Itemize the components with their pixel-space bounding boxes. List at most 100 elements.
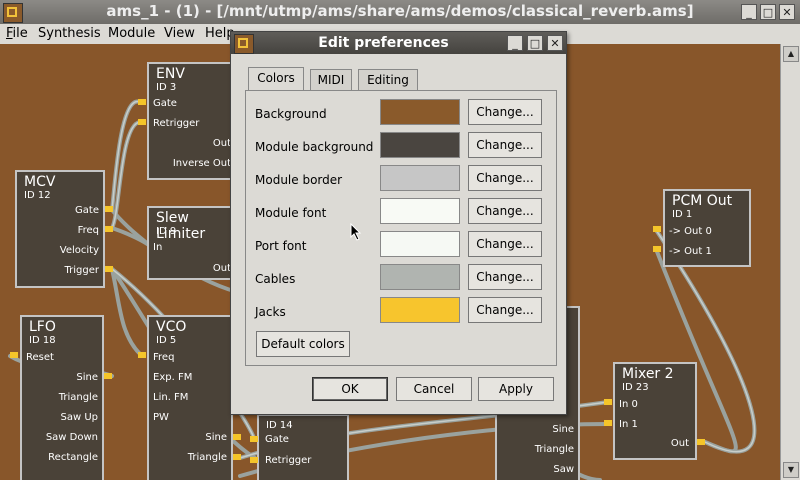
change-module-border-button[interactable]: Change... bbox=[468, 165, 542, 191]
minimize-icon[interactable]: _ bbox=[507, 35, 523, 51]
module-lfo[interactable]: LFO ID 18 Reset Sine Triangle Saw Up Saw… bbox=[20, 315, 104, 480]
port-freq[interactable]: Freq bbox=[78, 225, 99, 236]
default-colors-button[interactable]: Default colors bbox=[256, 331, 350, 357]
tab-colors[interactable]: Colors bbox=[248, 67, 304, 90]
port-sine[interactable]: Sine bbox=[205, 432, 227, 443]
scroll-down-icon[interactable]: ▼ bbox=[783, 462, 799, 478]
change-cables-button[interactable]: Change... bbox=[468, 264, 542, 290]
port-retrigger[interactable]: Retrigger bbox=[265, 455, 311, 466]
window-title: ams_1 - (1) - [/mnt/utmp/ams/share/ams/d… bbox=[106, 2, 694, 20]
jack[interactable] bbox=[138, 119, 146, 125]
port-saw-up[interactable]: Saw Up bbox=[61, 412, 99, 423]
label-module-border: Module border bbox=[255, 173, 343, 187]
module-env-2[interactable]: ID 14 Gate Retrigger bbox=[257, 414, 349, 480]
port-velocity[interactable]: Velocity bbox=[60, 245, 99, 256]
dialog-titlebar[interactable]: Edit preferences _ □ ✕ bbox=[231, 32, 566, 54]
port-gate[interactable]: Gate bbox=[153, 98, 177, 109]
menu-synthesis[interactable]: Synthesis bbox=[38, 26, 101, 41]
apply-button[interactable]: Apply bbox=[478, 377, 554, 401]
module-slew-limiter[interactable]: Slew Limiter ID 9 In Out bbox=[147, 206, 237, 280]
module-name: ENV bbox=[156, 66, 185, 82]
change-module-font-button[interactable]: Change... bbox=[468, 198, 542, 224]
swatch-module-border bbox=[380, 165, 460, 191]
module-name: Mixer 2 bbox=[622, 366, 674, 382]
port-trigger[interactable]: Trigger bbox=[65, 265, 100, 276]
port-pw[interactable]: PW bbox=[153, 412, 169, 423]
menu-view[interactable]: View bbox=[164, 26, 195, 41]
port-out-0[interactable]: -> Out 0 bbox=[669, 226, 712, 237]
jack[interactable] bbox=[604, 420, 612, 426]
port-out[interactable]: Out bbox=[213, 263, 231, 274]
module-id: ID 14 bbox=[266, 420, 293, 431]
change-jacks-button[interactable]: Change... bbox=[468, 297, 542, 323]
jack[interactable] bbox=[105, 226, 113, 232]
label-cables: Cables bbox=[255, 272, 296, 286]
port-retrigger[interactable]: Retrigger bbox=[153, 118, 199, 129]
module-env[interactable]: ENV ID 3 Gate Retrigger Out Inverse Out bbox=[147, 62, 237, 180]
swatch-cables bbox=[380, 264, 460, 290]
jack[interactable] bbox=[138, 99, 146, 105]
port-saw-down[interactable]: Saw Down bbox=[46, 432, 98, 443]
cancel-button[interactable]: Cancel bbox=[396, 377, 472, 401]
port-out[interactable]: Out bbox=[213, 138, 231, 149]
module-id: ID 5 bbox=[156, 335, 177, 346]
port-triangle[interactable]: Triangle bbox=[188, 452, 227, 463]
maximize-icon[interactable]: □ bbox=[760, 4, 776, 20]
label-port-font: Port font bbox=[255, 239, 307, 253]
port-exp-fm[interactable]: Exp. FM bbox=[153, 372, 192, 383]
maximize-icon[interactable]: □ bbox=[527, 35, 543, 51]
jack[interactable] bbox=[250, 436, 258, 442]
change-background-button[interactable]: Change... bbox=[468, 99, 542, 125]
change-module-background-button[interactable]: Change... bbox=[468, 132, 542, 158]
jack[interactable] bbox=[105, 266, 113, 272]
scroll-up-icon[interactable]: ▲ bbox=[783, 46, 799, 62]
jack[interactable] bbox=[653, 246, 661, 252]
port-out[interactable]: Out bbox=[671, 438, 689, 449]
port-lin-fm[interactable]: Lin. FM bbox=[153, 392, 188, 403]
jack[interactable] bbox=[604, 399, 612, 405]
port-gate[interactable]: Gate bbox=[265, 434, 289, 445]
main-window-titlebar[interactable]: ams_1 - (1) - [/mnt/utmp/ams/share/ams/d… bbox=[0, 0, 800, 24]
jack[interactable] bbox=[653, 226, 661, 232]
port-out-1[interactable]: -> Out 1 bbox=[669, 246, 712, 257]
port-saw[interactable]: Saw bbox=[553, 464, 574, 475]
jack[interactable] bbox=[233, 434, 241, 440]
jack[interactable] bbox=[233, 454, 241, 460]
jack[interactable] bbox=[104, 373, 112, 379]
module-vco[interactable]: VCO ID 5 Freq Exp. FM Lin. FM PW Sine Tr… bbox=[147, 315, 233, 480]
jack[interactable] bbox=[10, 352, 18, 358]
tab-midi[interactable]: MIDI bbox=[310, 69, 352, 90]
port-sine[interactable]: Sine bbox=[552, 424, 574, 435]
port-triangle[interactable]: Triangle bbox=[535, 444, 574, 455]
port-in[interactable]: In bbox=[153, 242, 162, 253]
menu-file[interactable]: File bbox=[6, 26, 28, 41]
port-freq[interactable]: Freq bbox=[153, 352, 174, 363]
close-icon[interactable]: ✕ bbox=[547, 35, 563, 51]
port-reset[interactable]: Reset bbox=[26, 352, 54, 363]
port-in-0[interactable]: In 0 bbox=[619, 399, 638, 410]
change-port-font-button[interactable]: Change... bbox=[468, 231, 542, 257]
port-sine[interactable]: Sine bbox=[76, 372, 98, 383]
jack[interactable] bbox=[138, 352, 146, 358]
module-pcm-out[interactable]: PCM Out ID 1 -> Out 0 -> Out 1 bbox=[663, 189, 751, 267]
module-mcv[interactable]: MCV ID 12 Gate Freq Velocity Trigger bbox=[15, 170, 105, 288]
port-in-1[interactable]: In 1 bbox=[619, 419, 638, 430]
tab-editing[interactable]: Editing bbox=[358, 69, 418, 90]
jack[interactable] bbox=[697, 439, 705, 445]
menu-module[interactable]: Module bbox=[108, 26, 155, 41]
port-gate[interactable]: Gate bbox=[75, 205, 99, 216]
port-inverse-out[interactable]: Inverse Out bbox=[173, 158, 231, 169]
port-triangle[interactable]: Triangle bbox=[59, 392, 98, 403]
port-rectangle[interactable]: Rectangle bbox=[48, 452, 98, 463]
module-id: ID 23 bbox=[622, 382, 649, 393]
vertical-scrollbar[interactable]: ▲ ▼ bbox=[780, 44, 800, 480]
jack[interactable] bbox=[105, 206, 113, 212]
ok-button[interactable]: OK bbox=[312, 377, 388, 401]
minimize-icon[interactable]: _ bbox=[741, 4, 757, 20]
close-icon[interactable]: ✕ bbox=[779, 4, 795, 20]
module-mixer-2[interactable]: Mixer 2 ID 23 In 0 In 1 Out bbox=[613, 362, 697, 460]
swatch-module-background bbox=[380, 132, 460, 158]
module-name: PCM Out bbox=[672, 193, 733, 209]
module-name: LFO bbox=[29, 319, 56, 335]
jack[interactable] bbox=[250, 457, 258, 463]
